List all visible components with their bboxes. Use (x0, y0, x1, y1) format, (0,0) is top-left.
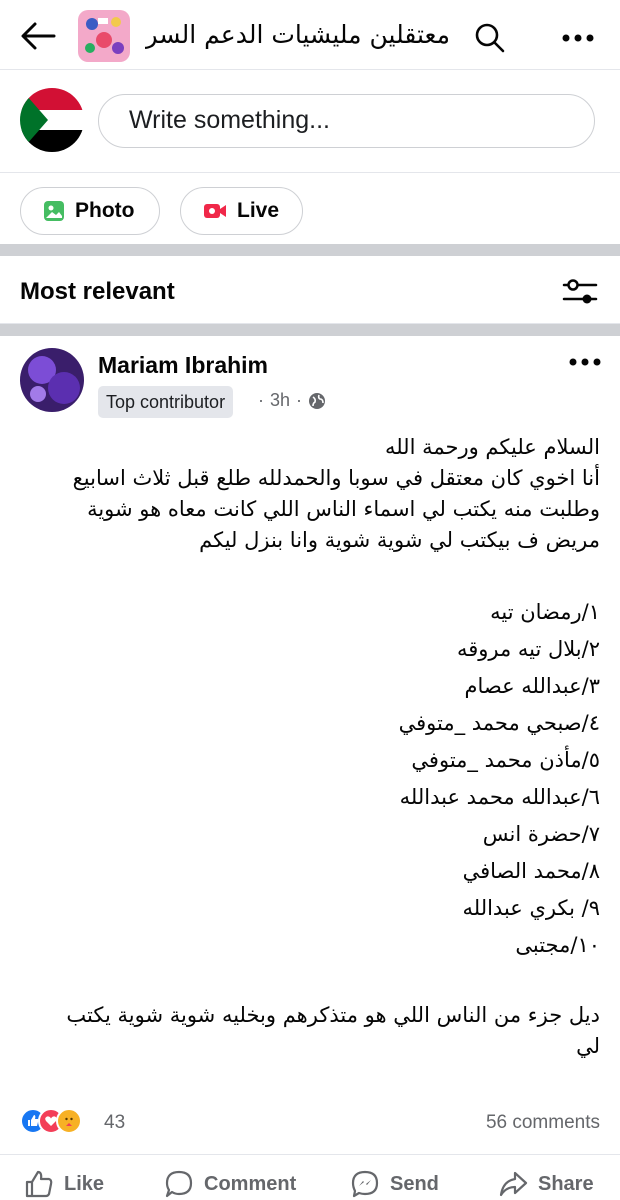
post-line: لي (576, 1034, 600, 1058)
top-bar: معتقلين مليشيات الدعم السر... (0, 0, 620, 70)
author-avatar[interactable] (20, 348, 84, 412)
composer: Write something... (0, 70, 620, 170)
post-line: ديل جزء من الناس اللي هو متذكرهم وبخليه … (66, 1003, 600, 1027)
post-text: السلام عليكم ورحمة الله أنا اخوي كان معت… (20, 432, 600, 1062)
search-button[interactable] (470, 18, 510, 58)
name-list-item: ٤/صبحي محمد _متوفي (398, 711, 600, 735)
like-button[interactable]: Like (24, 1167, 104, 1200)
more-options-button[interactable] (555, 18, 601, 58)
composer-actions: Photo Live (0, 172, 620, 244)
sort-label[interactable]: Most relevant (20, 278, 175, 306)
comment-bubble-icon (164, 1169, 194, 1199)
care-reaction-icon (56, 1108, 82, 1134)
live-button[interactable]: Live (180, 187, 303, 235)
name-list-item: ١٠/مجتبى (515, 933, 600, 957)
more-dots-icon (562, 34, 594, 42)
search-icon (475, 23, 505, 53)
photo-label: Photo (75, 199, 135, 222)
author-name[interactable]: Mariam Ibrahim (98, 352, 268, 379)
sliders-icon (562, 279, 598, 304)
filter-button[interactable] (560, 276, 600, 308)
section-divider (0, 244, 620, 256)
name-list-item: ٨/محمد الصافي (462, 859, 600, 883)
post-line: أنا اخوي كان معتقل في سوبا والحمدلله طلع… (72, 466, 600, 490)
back-button[interactable] (18, 16, 58, 56)
share-arrow-icon (498, 1169, 528, 1199)
post-time[interactable]: 3h (270, 390, 290, 411)
name-list-item: ٢/بلال تيه مروقه (456, 637, 600, 661)
arrow-left-icon (21, 22, 56, 50)
post-line: السلام عليكم ورحمة الله (384, 435, 600, 459)
photo-icon (43, 200, 65, 222)
share-button[interactable]: Share (498, 1167, 594, 1200)
like-label: Like (64, 1172, 105, 1195)
sort-bar: Most relevant (0, 256, 620, 324)
group-title[interactable]: معتقلين مليشيات الدعم السر... (145, 20, 450, 49)
send-button[interactable]: Send (350, 1167, 439, 1200)
thumbs-up-icon (24, 1169, 54, 1199)
name-list-item: ٣/عبدالله عصام (464, 674, 600, 698)
user-avatar[interactable] (20, 88, 84, 152)
write-something-input[interactable]: Write something... (98, 94, 595, 148)
name-list-item: ٩/ بكري عبدالله (462, 896, 600, 920)
reaction-icons[interactable] (20, 1108, 82, 1134)
name-list-item: ٦/عبدالله محمد عبدالله (399, 785, 600, 809)
post-line: وطلبت منه يكتب لي اسماء الناس اللي كانت … (87, 497, 600, 521)
name-list-item: ٥/مأذن محمد _متوفي (411, 748, 600, 772)
comments-count[interactable]: 56 comments (486, 1112, 600, 1134)
post-more-button[interactable] (568, 354, 604, 378)
globe-icon (309, 392, 326, 409)
name-list-item: ٧/حضرة انس (482, 822, 600, 846)
messenger-icon (350, 1169, 380, 1199)
section-divider (0, 324, 620, 336)
share-label: Share (538, 1172, 594, 1195)
live-label: Live (237, 199, 280, 222)
comment-label: Comment (204, 1172, 297, 1195)
live-video-icon (203, 201, 227, 221)
post-meta: · 3h · (252, 390, 326, 411)
reactions-summary: 43 56 comments (0, 1102, 620, 1142)
group-thumbnail[interactable] (78, 10, 130, 62)
comment-button[interactable]: Comment (164, 1167, 296, 1200)
reaction-count[interactable]: 43 (104, 1112, 125, 1134)
name-list-item: ١/رمضان تيه (490, 600, 600, 624)
send-label: Send (390, 1172, 439, 1195)
photo-button[interactable]: Photo (20, 187, 160, 235)
post-actions: Like Comment Send Share (0, 1154, 620, 1200)
post-line: مريض ف بيكتب لي شوية شوية وانا بنزل ليكم (199, 528, 600, 552)
top-contributor-badge: Top contributor (98, 386, 234, 418)
more-dots-icon (569, 358, 601, 366)
